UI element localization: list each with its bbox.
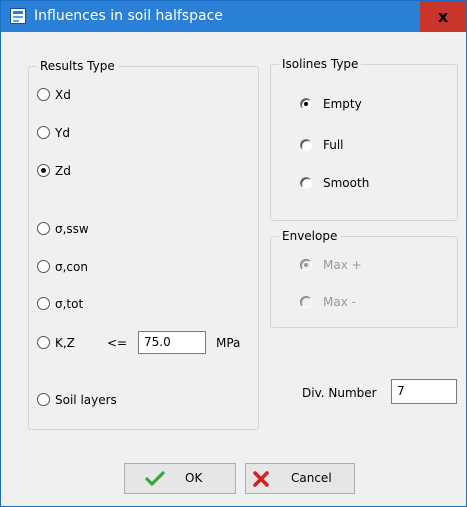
results-type-legend: Results Type bbox=[37, 58, 118, 74]
radio-zd-label: Zd bbox=[55, 164, 71, 178]
radio-smooth-label: Smooth bbox=[323, 176, 370, 190]
cross-icon bbox=[253, 471, 269, 487]
ok-label: OK bbox=[185, 471, 203, 485]
radio-max-plus-label: Max + bbox=[323, 258, 362, 272]
cancel-button[interactable]: Cancel bbox=[245, 463, 355, 494]
radio-max-minus-label: Max - bbox=[323, 295, 356, 309]
div-number-input[interactable]: 7 bbox=[391, 379, 457, 404]
radio-soil-layers-button[interactable] bbox=[37, 393, 50, 406]
radio-sigma-tot-label: σ,tot bbox=[55, 297, 84, 311]
close-icon: x bbox=[437, 7, 449, 26]
radio-kz-label: K,Z bbox=[55, 336, 75, 350]
radio-zd-button[interactable] bbox=[37, 164, 50, 177]
isolines-type-legend: Isolines Type bbox=[279, 56, 362, 72]
radio-max-minus-button[interactable] bbox=[300, 296, 312, 308]
radio-full-button[interactable] bbox=[300, 139, 312, 151]
close-button[interactable]: x bbox=[420, 1, 466, 32]
results-type-group: Results Type Xd Yd Zd σ,ssw σ,con σ,tot … bbox=[28, 58, 259, 430]
radio-empty-button[interactable] bbox=[300, 98, 312, 110]
ok-button[interactable]: OK bbox=[124, 463, 236, 494]
div-number-label: Div. Number bbox=[302, 386, 377, 400]
radio-sigma-con-button[interactable] bbox=[37, 260, 50, 273]
radio-empty-label: Empty bbox=[323, 97, 362, 111]
radio-max-plus-button[interactable] bbox=[300, 259, 312, 271]
radio-yd-label: Yd bbox=[55, 126, 70, 140]
radio-soil-layers-label: Soil layers bbox=[55, 393, 117, 407]
radio-sigma-con-label: σ,con bbox=[55, 260, 88, 274]
radio-xd-button[interactable] bbox=[37, 88, 50, 101]
kz-unit: MPa bbox=[216, 336, 241, 350]
envelope-group: Envelope Max + Max - bbox=[270, 228, 458, 328]
title-bar[interactable]: Influences in soil halfspace x bbox=[1, 1, 466, 32]
radio-yd-button[interactable] bbox=[37, 126, 50, 139]
radio-xd-label: Xd bbox=[55, 88, 71, 102]
radio-full-label: Full bbox=[323, 138, 344, 152]
isolines-type-group: Isolines Type Empty Full Smooth bbox=[270, 56, 458, 221]
kz-operator: <= bbox=[107, 336, 128, 350]
cancel-label: Cancel bbox=[291, 471, 332, 485]
radio-kz-button[interactable] bbox=[37, 336, 50, 349]
radio-sigma-tot-button[interactable] bbox=[37, 297, 50, 310]
radio-sigma-ssw-label: σ,ssw bbox=[55, 222, 89, 236]
dialog-window: Influences in soil halfspace x Results T… bbox=[0, 0, 467, 507]
window-title: Influences in soil halfspace bbox=[34, 8, 223, 24]
kz-value-input[interactable]: 75.0 bbox=[138, 331, 206, 354]
envelope-legend: Envelope bbox=[279, 228, 341, 244]
radio-smooth-button[interactable] bbox=[300, 177, 312, 189]
app-icon bbox=[10, 8, 26, 24]
checkmark-icon bbox=[145, 471, 165, 486]
radio-sigma-ssw-button[interactable] bbox=[37, 222, 50, 235]
